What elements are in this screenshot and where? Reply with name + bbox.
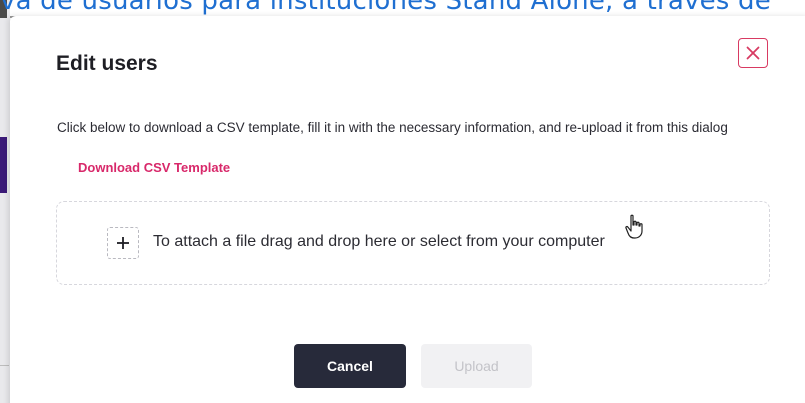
background-page: [0, 0, 10, 403]
add-file-button[interactable]: [107, 227, 139, 259]
file-dropzone[interactable]: To attach a file drag and drop here or s…: [56, 201, 770, 285]
dialog-title: Edit users: [56, 52, 158, 75]
close-x-icon: [746, 46, 760, 60]
edit-users-dialog: Edit users Click below to download a CSV…: [10, 16, 805, 403]
screen: va de usuarios para instituciones Stand …: [0, 0, 805, 403]
close-button[interactable]: [738, 38, 768, 68]
plus-icon: [117, 237, 129, 249]
upload-button[interactable]: Upload: [421, 344, 532, 388]
hand-pointer-icon: [625, 214, 643, 239]
download-csv-template-link[interactable]: Download CSV Template: [78, 160, 230, 175]
dropzone-label: To attach a file drag and drop here or s…: [153, 233, 605, 250]
cancel-button[interactable]: Cancel: [294, 344, 406, 388]
dialog-instructions: Click below to download a CSV template, …: [57, 120, 728, 135]
video-subtitle: va de usuarios para instituciones Stand …: [0, 0, 771, 16]
background-divider: [0, 365, 9, 366]
background-nav-accent: [0, 137, 7, 193]
